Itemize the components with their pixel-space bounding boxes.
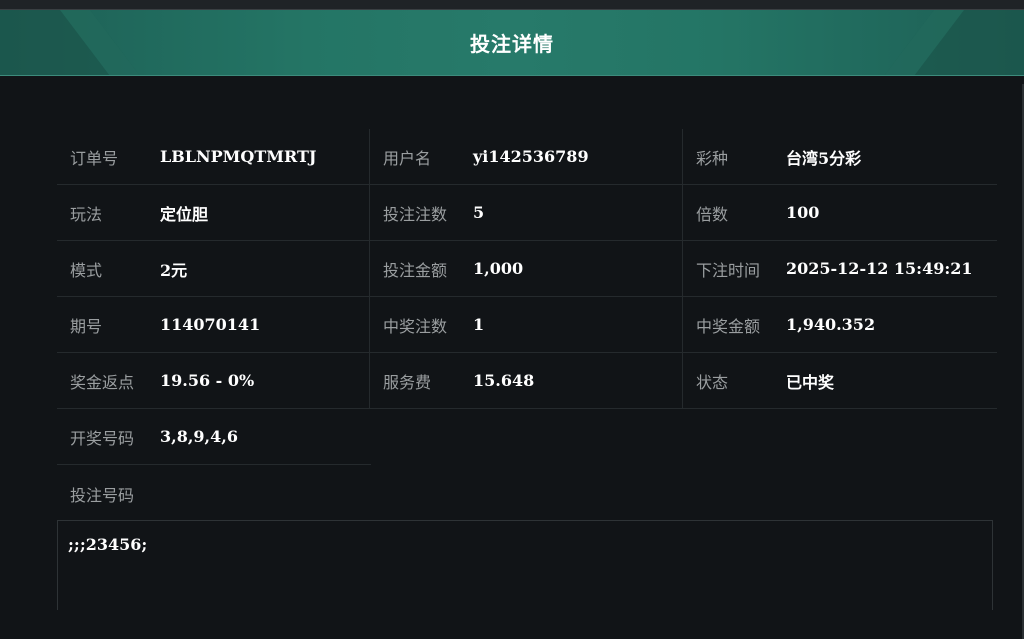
field-value: 1,940.352 — [786, 315, 876, 334]
field-win-amount: 中奖金额 1,940.352 — [683, 297, 997, 352]
field-status: 状态 已中奖 — [683, 353, 997, 408]
field-label: 开奖号码 — [70, 428, 135, 448]
field-value: 100 — [786, 203, 820, 222]
table-row: 玩法 定位胆 投注注数 5 倍数 100 — [57, 185, 997, 241]
field-value: 3,8,9,4,6 — [160, 427, 238, 446]
field-value: 台湾5分彩 — [786, 148, 862, 168]
field-label: 用户名 — [383, 148, 432, 168]
field-lottery-type: 彩种 台湾5分彩 — [683, 129, 997, 184]
field-value: 19.56 - 0% — [160, 371, 255, 390]
field-value: 定位胆 — [160, 204, 209, 224]
field-label: 中奖注数 — [383, 316, 448, 336]
field-value: 5 — [473, 203, 485, 222]
field-play-type: 玩法 定位胆 — [57, 185, 370, 240]
header-corner-right-decoration — [884, 10, 1024, 75]
field-label: 服务费 — [383, 372, 432, 392]
field-value: 1,000 — [473, 259, 524, 278]
field-value: 15.648 — [473, 371, 535, 390]
table-row: 期号 114070141 中奖注数 1 中奖金额 1,940.352 — [57, 297, 997, 353]
field-bet-amount: 投注金额 1,000 — [370, 241, 683, 296]
field-win-count: 中奖注数 1 — [370, 297, 683, 352]
field-label: 状态 — [696, 372, 729, 392]
field-label: 模式 — [70, 260, 103, 280]
field-multiplier: 倍数 100 — [683, 185, 997, 240]
table-row: 开奖号码 3,8,9,4,6 — [57, 409, 997, 465]
field-winning-numbers: 开奖号码 3,8,9,4,6 — [57, 409, 371, 465]
field-value: LBLNPMQTMRTJ — [160, 147, 317, 166]
field-label: 奖金返点 — [70, 372, 135, 392]
field-username: 用户名 yi142536789 — [370, 129, 683, 184]
field-value: 1 — [473, 315, 485, 334]
status-value: 已中奖 — [786, 372, 835, 392]
field-order-id: 订单号 LBLNPMQTMRTJ — [57, 129, 370, 184]
field-label: 投注金额 — [383, 260, 448, 280]
header-corner-left-decoration — [0, 10, 140, 75]
field-value: 2025-12-12 15:49:21 — [786, 259, 973, 278]
field-issue-number: 期号 114070141 — [57, 297, 370, 352]
field-label: 期号 — [70, 316, 103, 336]
field-value: 114070141 — [160, 315, 261, 334]
table-row: 模式 2元 投注金额 1,000 下注时间 2025-12-12 15:49:2… — [57, 241, 997, 297]
field-bet-count: 投注注数 5 — [370, 185, 683, 240]
bet-numbers-label: 投注号码 — [70, 486, 135, 505]
top-strip — [0, 0, 1024, 10]
field-label: 订单号 — [70, 148, 119, 168]
header-bar: 投注详情 — [0, 10, 1024, 76]
field-mode: 模式 2元 — [57, 241, 370, 296]
field-label: 中奖金额 — [696, 316, 761, 336]
field-bet-time: 下注时间 2025-12-12 15:49:21 — [683, 241, 997, 296]
field-service-fee: 服务费 15.648 — [370, 353, 683, 408]
detail-table: 订单号 LBLNPMQTMRTJ 用户名 yi142536789 彩种 台湾5分… — [57, 129, 997, 465]
table-row: 订单号 LBLNPMQTMRTJ 用户名 yi142536789 彩种 台湾5分… — [57, 129, 997, 185]
field-label: 倍数 — [696, 204, 729, 224]
field-label: 玩法 — [70, 204, 103, 224]
bet-numbers-box[interactable]: ;;;23456; — [57, 520, 993, 610]
field-value: 2元 — [160, 260, 188, 280]
field-value: yi142536789 — [473, 147, 589, 166]
field-label: 下注时间 — [696, 260, 761, 280]
field-label: 彩种 — [696, 148, 729, 168]
field-label: 投注注数 — [383, 204, 448, 224]
page-title: 投注详情 — [470, 32, 554, 56]
table-row: 奖金返点 19.56 - 0% 服务费 15.648 状态 已中奖 — [57, 353, 997, 409]
bet-detail-page: 投注详情 订单号 LBLNPMQTMRTJ 用户名 yi142536789 彩种… — [0, 0, 1024, 639]
bet-numbers-value: ;;;23456; — [68, 535, 148, 554]
field-rebate: 奖金返点 19.56 - 0% — [57, 353, 370, 408]
